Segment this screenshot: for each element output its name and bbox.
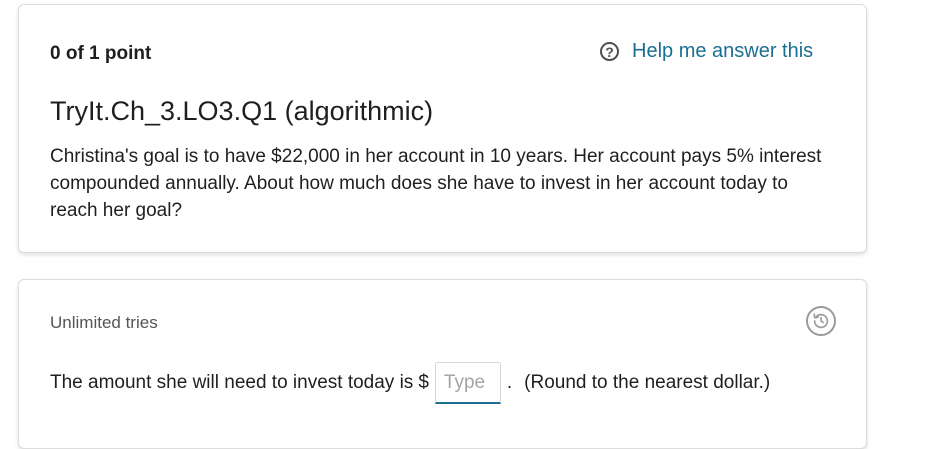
answer-input[interactable]	[434, 362, 501, 404]
history-icon[interactable]	[806, 306, 836, 336]
currency-symbol: $	[418, 372, 429, 393]
help-me-answer-link[interactable]: ? Help me answer this	[600, 40, 813, 63]
question-text: Christina's goal is to have $22,000 in h…	[50, 146, 822, 221]
answer-card: Unlimited tries The amount she will need…	[18, 279, 867, 449]
help-me-answer-label: Help me answer this	[632, 40, 814, 62]
question-card: 0 of 1 point ? Help me answer this TryIt…	[18, 4, 867, 253]
answer-prompt: The amount she will need to invest today…	[50, 372, 414, 393]
answer-line: The amount she will need to invest today…	[50, 362, 770, 404]
answer-separator: .	[506, 372, 513, 393]
rounding-note: (Round to the nearest dollar.)	[524, 372, 771, 393]
points-label: 0 of 1 point	[50, 43, 152, 64]
question-circle-icon: ?	[600, 42, 619, 61]
tries-label: Unlimited tries	[50, 313, 158, 332]
question-title: TryIt.Ch_3.LO3.Q1 (algorithmic)	[50, 96, 434, 126]
